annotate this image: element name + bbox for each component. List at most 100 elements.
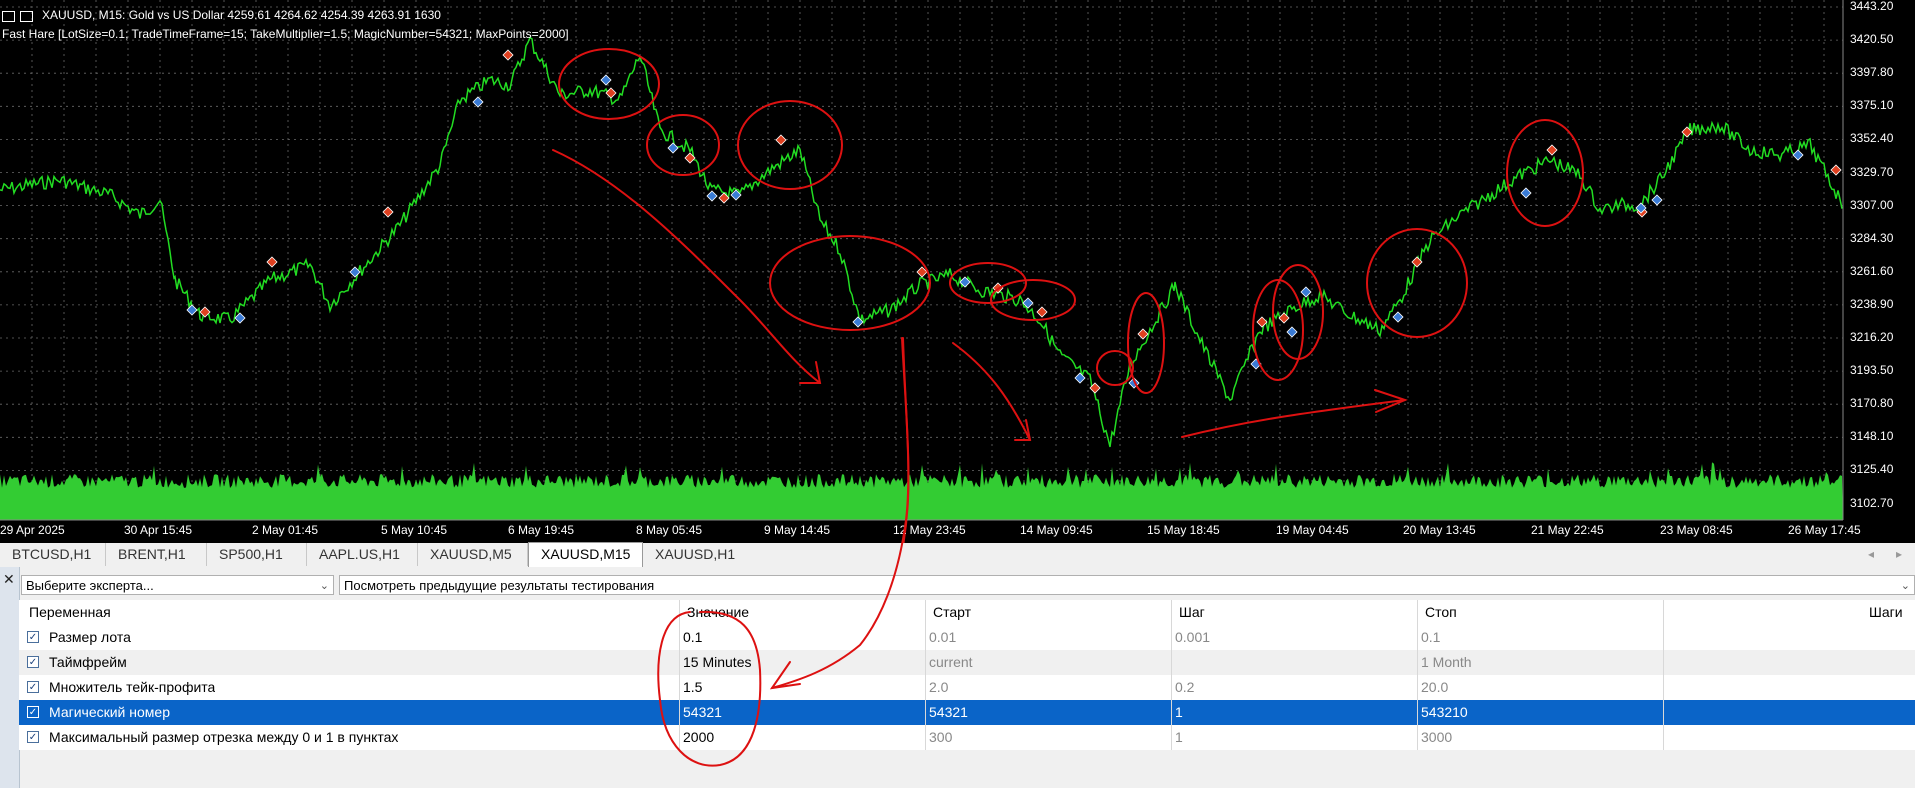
tabs-scroll-left-icon[interactable]: ◂ — [1868, 543, 1874, 566]
chart-type-icon[interactable] — [2, 9, 38, 23]
param-start[interactable]: current — [929, 650, 973, 675]
sell-deal-marker[interactable] — [605, 87, 617, 99]
tab-brent-h1[interactable]: BRENT,H1 — [106, 543, 207, 566]
price-axis-label: 3329.70 — [1850, 164, 1894, 179]
param-value[interactable]: 54321 — [683, 700, 722, 725]
tab-sp500-h1[interactable]: SP500,H1 — [207, 543, 307, 566]
buy-deal-marker[interactable] — [1651, 194, 1663, 206]
price-axis-label: 3307.00 — [1850, 197, 1894, 212]
param-step[interactable]: 0.2 — [1175, 675, 1194, 700]
buy-deal-marker[interactable] — [600, 74, 612, 86]
time-axis-label: 14 May 09:45 — [1020, 523, 1093, 537]
sell-deal-marker[interactable] — [502, 49, 514, 61]
tab-btcusd-h1[interactable]: BTCUSD,H1 — [0, 543, 106, 566]
param-name[interactable]: Максимальный размер отрезка между 0 и 1 … — [49, 725, 398, 750]
col-header-start[interactable]: Старт — [933, 600, 971, 625]
price-axis-label: 3238.90 — [1850, 296, 1894, 311]
param-stop[interactable]: 543210 — [1421, 700, 1468, 725]
table-row[interactable]: ✓ Магический номер 54321 54321 1 543210 — [19, 700, 1915, 725]
sell-deal-marker[interactable] — [1546, 144, 1558, 156]
table-row[interactable]: ✓ Множитель тейк-профита 1.5 2.0 0.2 20.0 — [19, 675, 1915, 700]
param-start[interactable]: 300 — [929, 725, 952, 750]
sell-deal-marker[interactable] — [266, 256, 278, 268]
price-axis-label: 3284.30 — [1850, 230, 1894, 245]
annotation-arrow — [1181, 399, 1406, 438]
table-row[interactable]: ✓ Максимальный размер отрезка между 0 и 1… — [19, 725, 1915, 750]
param-name[interactable]: Множитель тейк-профита — [49, 675, 215, 700]
param-name[interactable]: Размер лота — [49, 625, 131, 650]
col-header-step[interactable]: Шаг — [1179, 600, 1205, 625]
time-axis-label: 19 May 04:45 — [1276, 523, 1349, 537]
param-step[interactable]: 1 — [1175, 700, 1183, 725]
sell-deal-marker[interactable] — [1256, 316, 1268, 328]
param-checkbox[interactable]: ✓ — [27, 681, 39, 693]
param-start[interactable]: 0.01 — [929, 625, 956, 650]
buy-deal-marker[interactable] — [234, 312, 246, 324]
sell-deal-marker[interactable] — [1278, 312, 1290, 324]
time-axis-label: 2 May 01:45 — [252, 523, 319, 537]
time-axis-label: 15 May 18:45 — [1147, 523, 1220, 537]
param-value[interactable]: 15 Minutes — [683, 650, 751, 675]
col-header-variable[interactable]: Переменная — [29, 600, 111, 625]
param-stop[interactable]: 20.0 — [1421, 675, 1448, 700]
buy-deal-marker[interactable] — [1300, 286, 1312, 298]
annotation-arrow — [552, 149, 821, 384]
col-header-steps[interactable]: Шаги — [1869, 600, 1903, 625]
price-axis-label: 3193.50 — [1850, 363, 1894, 378]
buy-deal-marker[interactable] — [1286, 326, 1298, 338]
time-axis-label: 21 May 22:45 — [1531, 523, 1604, 537]
time-axis-label: 26 May 17:45 — [1788, 523, 1861, 537]
param-value[interactable]: 1.5 — [683, 675, 702, 700]
price-chart[interactable]: XAUUSD, M15: Gold vs US Dollar 4259.61 4… — [0, 0, 1915, 543]
sell-deal-marker[interactable] — [1137, 328, 1149, 340]
buy-deal-marker[interactable] — [706, 190, 718, 202]
buy-deal-marker[interactable] — [1520, 187, 1532, 199]
param-value[interactable]: 0.1 — [683, 625, 702, 650]
close-tester-button[interactable]: ✕ — [0, 567, 20, 788]
annotation-circle — [646, 114, 720, 176]
param-start[interactable]: 2.0 — [929, 675, 948, 700]
price-axis-label: 3148.10 — [1850, 429, 1894, 444]
tab-xauusd-h1[interactable]: XAUUSD,H1 — [643, 543, 753, 566]
param-checkbox[interactable]: ✓ — [27, 731, 39, 743]
tab-xauusd-m5[interactable]: XAUUSD,M5 — [418, 543, 528, 566]
param-start[interactable]: 54321 — [929, 700, 968, 725]
param-step[interactable]: 1 — [1175, 725, 1183, 750]
buy-deal-marker[interactable] — [1074, 372, 1086, 384]
param-stop[interactable]: 1 Month — [1421, 650, 1472, 675]
col-header-value[interactable]: Значение — [687, 600, 749, 625]
param-checkbox[interactable]: ✓ — [27, 631, 39, 643]
time-axis-label: 9 May 14:45 — [764, 523, 831, 537]
time-axis-label: 5 May 10:45 — [381, 523, 448, 537]
param-checkbox[interactable]: ✓ — [27, 706, 39, 718]
sell-deal-marker[interactable] — [718, 192, 730, 204]
table-row[interactable]: ✓ Таймфрейм 15 Minutes current 1 Month — [19, 650, 1915, 675]
price-axis-label: 3170.80 — [1850, 396, 1894, 411]
tabs-scroll-right-icon[interactable]: ▸ — [1896, 543, 1902, 566]
param-stop[interactable]: 3000 — [1421, 725, 1452, 750]
param-stop[interactable]: 0.1 — [1421, 625, 1440, 650]
buy-deal-marker[interactable] — [1792, 149, 1804, 161]
buy-deal-marker[interactable] — [472, 96, 484, 108]
tab-aapl-h1[interactable]: AAPL.US,H1 — [307, 543, 418, 566]
sell-deal-marker[interactable] — [382, 206, 394, 218]
history-select-value: Посмотреть предыдущие результаты тестиро… — [344, 578, 655, 593]
tab-xauusd-m15[interactable]: XAUUSD,M15 — [528, 542, 643, 567]
expert-select[interactable]: Выберите эксперта... ⌄ — [21, 575, 334, 595]
sell-deal-marker[interactable] — [775, 134, 787, 146]
buy-deal-marker[interactable] — [667, 142, 679, 154]
time-axis-label: 6 May 19:45 — [508, 523, 575, 537]
sell-deal-marker[interactable] — [1036, 306, 1048, 318]
param-checkbox[interactable]: ✓ — [27, 656, 39, 668]
table-row[interactable]: ✓ Размер лота 0.1 0.01 0.001 0.1 — [19, 625, 1915, 650]
param-step[interactable]: 0.001 — [1175, 625, 1210, 650]
param-name[interactable]: Таймфрейм — [49, 650, 127, 675]
param-name[interactable]: Магический номер — [49, 700, 170, 725]
sell-deal-marker[interactable] — [1830, 164, 1842, 176]
col-header-stop[interactable]: Стоп — [1425, 600, 1457, 625]
buy-deal-marker[interactable] — [1392, 311, 1404, 323]
param-value[interactable]: 2000 — [683, 725, 714, 750]
parameters-table: Переменная Значение Старт Шаг Стоп Шаги … — [19, 600, 1915, 750]
chart-symbol-header: XAUUSD, M15: Gold vs US Dollar 4259.61 4… — [2, 8, 441, 23]
history-select[interactable]: Посмотреть предыдущие результаты тестиро… — [339, 575, 1915, 595]
